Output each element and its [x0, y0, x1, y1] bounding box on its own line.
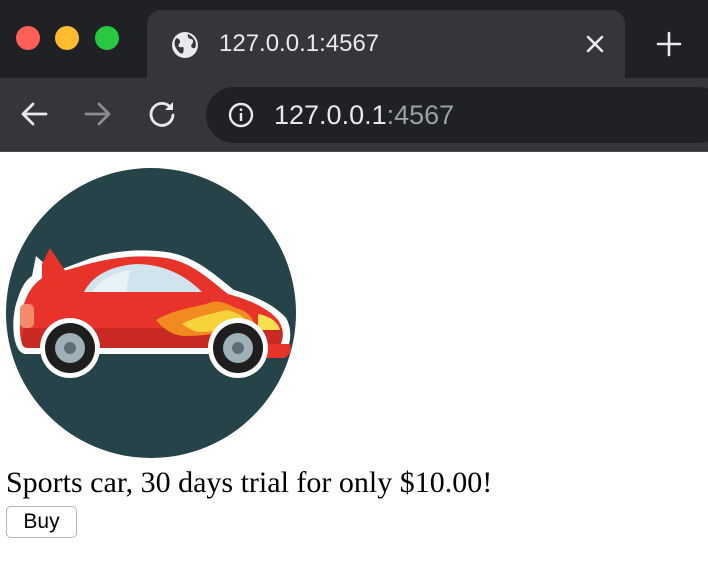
- browser-chrome: 127.0.0.1:4567 127.0.0.1:4567: [0, 0, 708, 152]
- address-url[interactable]: 127.0.0.1:4567: [274, 98, 454, 132]
- window-maximize-button[interactable]: [95, 26, 119, 50]
- info-icon[interactable]: [228, 102, 254, 128]
- arrow-left-icon[interactable]: [19, 99, 49, 129]
- globe-icon: [172, 32, 198, 58]
- window-close-button[interactable]: [16, 26, 40, 50]
- browser-tab[interactable]: 127.0.0.1:4567: [147, 10, 625, 78]
- page-content: Sports car, 30 days trial for only $10.0…: [0, 152, 708, 572]
- arrow-right-icon[interactable]: [83, 99, 113, 129]
- url-port: :4567: [386, 100, 455, 130]
- sports-car-image: [6, 168, 296, 458]
- browser-toolbar: 127.0.0.1:4567: [0, 78, 708, 152]
- window-minimize-button[interactable]: [55, 26, 79, 50]
- close-icon[interactable]: [583, 32, 607, 56]
- url-host: 127.0.0.1: [274, 100, 387, 130]
- address-bar[interactable]: 127.0.0.1:4567: [206, 87, 708, 143]
- tab-title: 127.0.0.1:4567: [219, 30, 380, 57]
- buy-button[interactable]: Buy: [6, 506, 77, 538]
- product-description: Sports car, 30 days trial for only $10.0…: [6, 466, 493, 499]
- tab-strip: 127.0.0.1:4567: [0, 0, 708, 78]
- plus-icon[interactable]: [655, 30, 683, 58]
- reload-icon[interactable]: [147, 99, 177, 129]
